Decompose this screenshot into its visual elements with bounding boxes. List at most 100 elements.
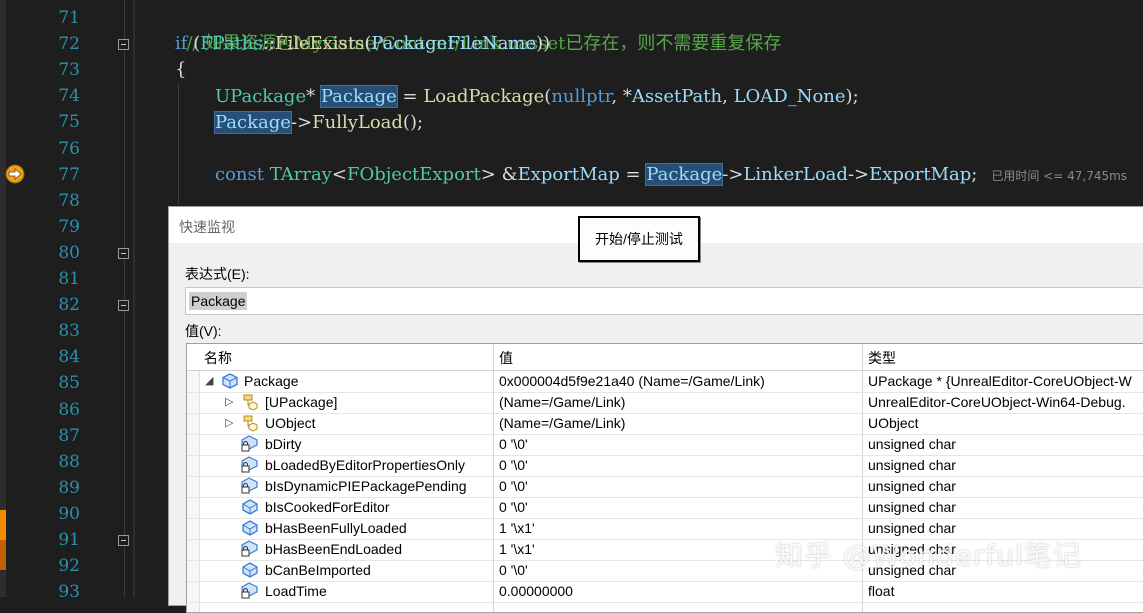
column-header-name[interactable]: 名称 [204, 348, 232, 368]
keyword-if: if [175, 33, 188, 54]
line-number: 84 [58, 347, 80, 368]
grid-header: 名称 值 类型 [187, 344, 1143, 371]
punct: ); [845, 86, 859, 107]
field-icon [241, 498, 259, 516]
punct: -> [722, 164, 744, 185]
row-value[interactable]: 1 '\x1' [499, 541, 535, 558]
row-value[interactable]: 0.00000000 [499, 583, 573, 600]
punct: , [722, 86, 734, 107]
watch-row[interactable]: LoadTime 0.00000000 float [187, 581, 1143, 603]
line-number: 78 [58, 190, 80, 211]
row-value[interactable]: 0 '\0' [499, 478, 528, 495]
private-field-icon [241, 435, 259, 453]
line-number: 79 [58, 216, 80, 237]
watch-row[interactable]: ▷ [UPackage] (Name=/Game/Link) UnrealEditor… [187, 392, 1143, 414]
variable-linkerload: LinkerLoad [743, 164, 848, 185]
row-type: UnrealEditor-CoreUObject-Win64-Debug. [868, 394, 1126, 410]
watch-row[interactable]: bIsDynamicPIEPackagePending 0 '\0' unsigne… [187, 476, 1143, 498]
punct: , * [611, 86, 632, 107]
row-type: unsigned char [868, 457, 956, 473]
column-header-value[interactable]: 值 [499, 348, 513, 368]
row-value[interactable]: (Name=/Game/Link) [499, 415, 625, 432]
row-name: bCanBeImported [265, 562, 371, 578]
variable-package-highlighted[interactable]: Package [214, 111, 292, 134]
row-name: bHasBeenFullyLoaded [265, 520, 407, 536]
type-fpaths: FPaths [200, 33, 263, 54]
row-name: [UPackage] [265, 394, 338, 410]
function-loadpackage: LoadPackage [423, 86, 545, 107]
type-fobjectexport: FObjectExport [346, 164, 481, 185]
function-fullyload: FullyLoad [312, 112, 403, 133]
watch-row[interactable]: bIsCookedForEditor 0 '\0' unsigned char [187, 497, 1143, 519]
line-number: 72 [58, 34, 80, 55]
punct: (); [402, 112, 424, 133]
fold-collapse-icon[interactable] [118, 300, 129, 311]
class-base-icon [241, 414, 259, 432]
row-name: bIsCookedForEditor [265, 499, 390, 515]
collapse-triangle-icon[interactable]: ◢ [205, 374, 213, 387]
watch-row[interactable]: bLoadedByEditorPropertiesOnly 0 '\0' unsig… [187, 455, 1143, 477]
row-type: unsigned char [868, 478, 956, 494]
private-field-icon [241, 477, 259, 495]
row-value[interactable]: (Name=/Game/Link) [499, 394, 625, 411]
fold-collapse-icon[interactable] [118, 248, 129, 259]
row-name: bDirty [265, 436, 302, 452]
line-number: 88 [58, 451, 80, 472]
line-number: 77 [58, 164, 80, 185]
line-number: 71 [58, 8, 80, 28]
watch-row[interactable]: ▷ UObject (Name=/Game/Link) UObject [187, 413, 1143, 435]
line-number: 92 [58, 556, 80, 577]
current-statement-arrow-icon [5, 164, 25, 184]
row-type: UPackage * {UnrealEditor-CoreUObject-W [868, 373, 1132, 389]
punct: = [619, 164, 647, 185]
column-header-type[interactable]: 类型 [868, 348, 896, 368]
variable-package-highlighted[interactable]: Package [645, 163, 724, 186]
row-name: bIsDynamicPIEPackagePending [265, 478, 467, 494]
start-stop-test-button[interactable]: 开始/停止测试 [578, 216, 700, 262]
fold-collapse-icon[interactable] [118, 535, 129, 546]
variable-assetpath: AssetPath [631, 86, 723, 107]
watch-row[interactable]: ◢ Package 0x000004d5f9e21a40 (Name=/Game/L… [187, 371, 1143, 393]
row-name: Package [244, 373, 299, 389]
field-icon [241, 561, 259, 579]
row-value[interactable]: 0 '\0' [499, 457, 528, 474]
private-field-icon [241, 582, 259, 600]
indicator-margin[interactable] [6, 0, 34, 597]
watermark: 知乎 @Wonderful笔记 [775, 539, 1082, 572]
perf-tip-elapsed[interactable]: 已用时间 <= 47,745ms [991, 169, 1127, 183]
function-fileexists: FileExists [274, 33, 365, 54]
class-base-icon [241, 393, 259, 411]
variable-exportmap: ExportMap [869, 164, 972, 185]
type-upackage: UPackage [215, 86, 307, 107]
line-number: 85 [58, 373, 80, 394]
punct: < [331, 164, 347, 185]
code-line-77: const TArray<FObjectExport> &ExportMap =… [215, 162, 1127, 188]
watch-row[interactable]: bDirty 0 '\0' unsigned char [187, 434, 1143, 456]
row-type: unsigned char [868, 436, 956, 452]
variable-packagefilename: PackageFileName [371, 33, 537, 54]
line-number: 81 [58, 269, 80, 289]
row-value[interactable]: 0 '\0' [499, 499, 528, 516]
expand-triangle-icon[interactable]: ▷ [225, 395, 233, 408]
row-value[interactable]: 1 '\x1' [499, 520, 535, 537]
fold-collapse-icon[interactable] [118, 39, 129, 50]
variable-load-none: LOAD_None [733, 86, 846, 107]
punct: > & [480, 164, 518, 185]
punct: )) [536, 33, 551, 54]
row-value[interactable]: 0 '\0' [499, 562, 528, 579]
row-value[interactable]: 0x000004d5f9e21a40 (Name=/Game/Link) [499, 373, 765, 390]
variable-package-highlighted[interactable]: Package [319, 85, 398, 108]
row-value[interactable]: 0 '\0' [499, 436, 528, 453]
expand-triangle-icon[interactable]: ▷ [225, 416, 233, 429]
indent-guide [178, 84, 179, 204]
keyword-nullptr: nullptr [551, 86, 612, 107]
line-number: 83 [58, 321, 80, 342]
field-icon [241, 519, 259, 537]
line-number: 90 [58, 503, 80, 524]
line-number: 80 [58, 242, 80, 263]
expression-input[interactable]: Package [185, 287, 1143, 315]
keyword-const: const [215, 164, 264, 185]
punct: -> [847, 164, 870, 185]
line-number: 76 [58, 138, 80, 159]
punct: -> [290, 112, 313, 133]
